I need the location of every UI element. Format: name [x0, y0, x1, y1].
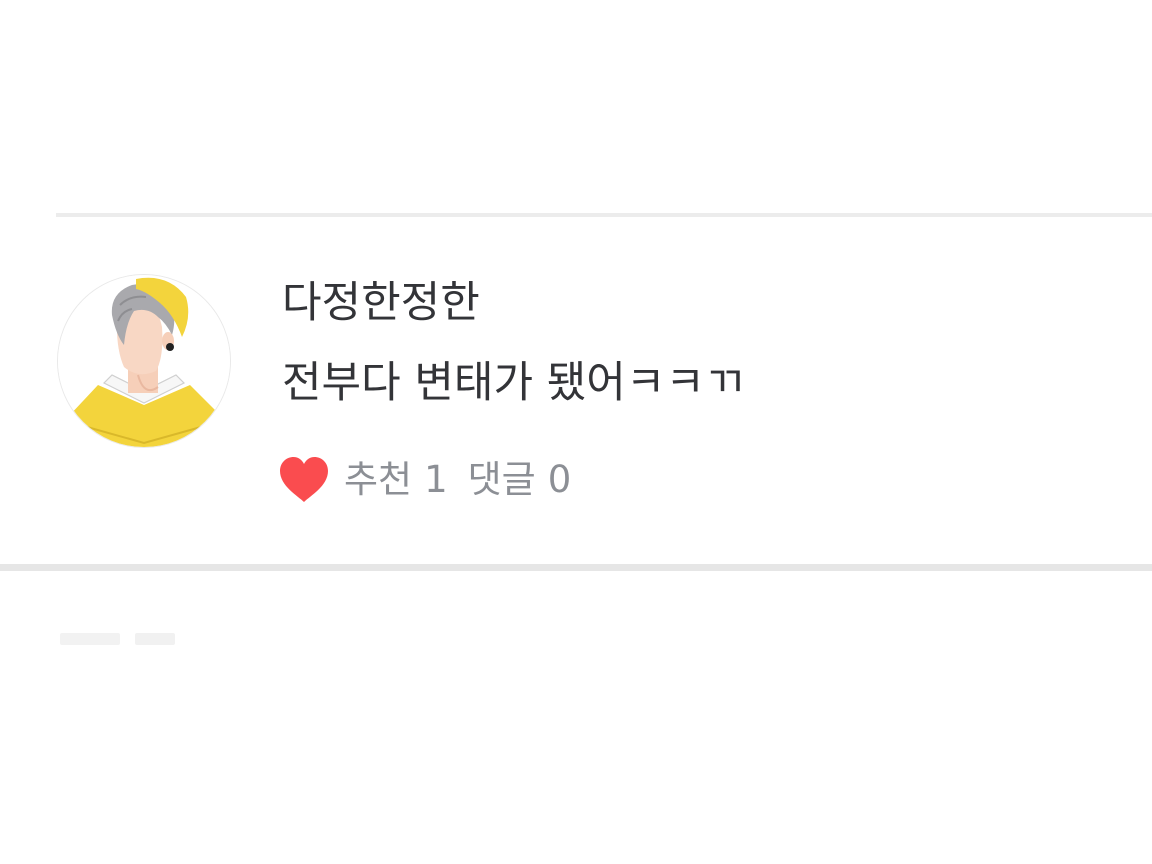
comment-list-page: 다정한정한 전부다 변태가 됐어ㅋㅋㄲ 추천 1 댓글 0 [0, 0, 1152, 864]
divider-bottom [0, 564, 1152, 571]
heart-icon[interactable] [278, 456, 330, 504]
reply-label[interactable]: 댓글 [468, 456, 536, 504]
comment-username[interactable]: 다정한정한 [282, 275, 480, 331]
recommend-label: 추천 [344, 458, 413, 501]
avatar[interactable] [57, 274, 231, 448]
avatar-illustration-icon [58, 275, 230, 447]
reply-count: 0 [547, 458, 572, 501]
comment-item[interactable]: 다정한정한 전부다 변태가 됐어ㅋㅋㄲ 추천 1 댓글 0 [56, 217, 1152, 564]
recommend-count: 1 [424, 458, 448, 501]
comment-text: 전부다 변태가 됐어ㅋㅋㄲ [282, 358, 745, 408]
comment-meta: 추천 1 댓글 0 [278, 454, 571, 506]
next-comment-faded [60, 630, 420, 646]
